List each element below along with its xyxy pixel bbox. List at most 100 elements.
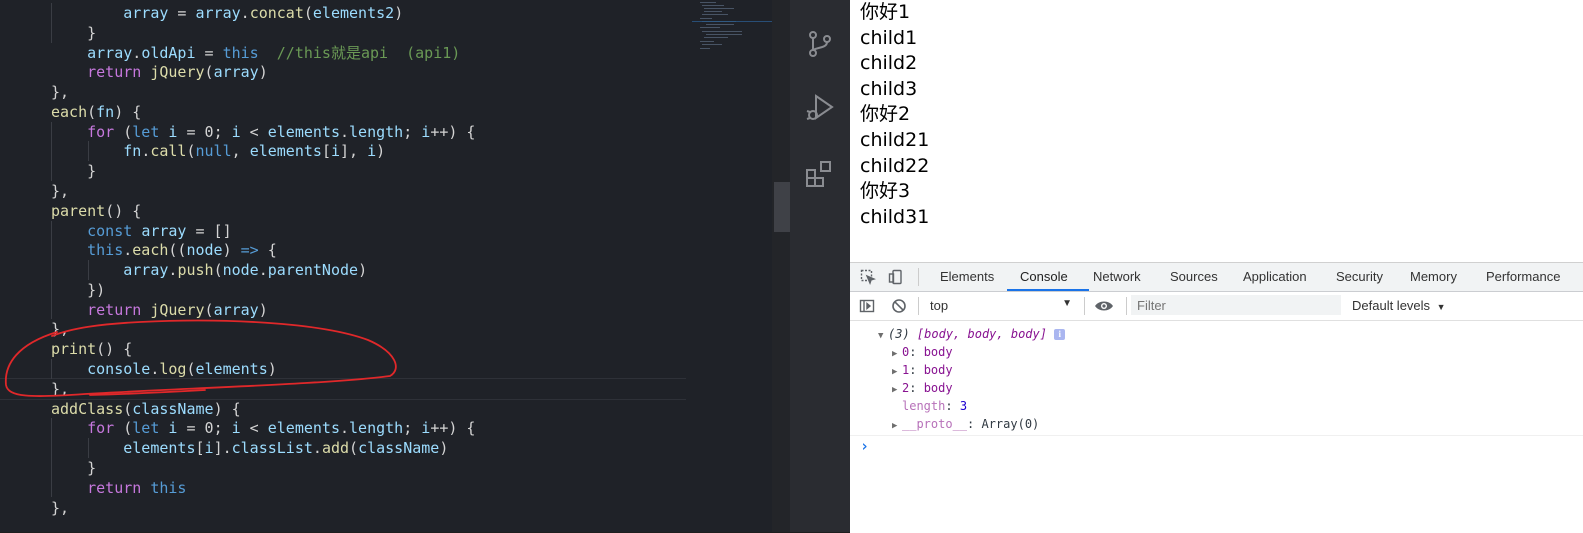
context-selector[interactable]: top ▼ — [924, 295, 1076, 317]
code-line[interactable]: } — [51, 161, 96, 181]
code-token: ++) { — [430, 122, 476, 141]
device-toolbar-icon[interactable] — [888, 269, 904, 289]
code-line[interactable]: }, — [51, 379, 69, 399]
code-line[interactable]: const array = [] — [51, 221, 232, 241]
inspect-element-icon[interactable] — [860, 269, 876, 289]
code-line[interactable]: return jQuery(array) — [51, 62, 268, 82]
expand-triangle-icon[interactable]: ▼ — [878, 327, 888, 345]
code-token: . — [141, 142, 151, 161]
code-token: = — [195, 43, 223, 62]
code-token: (( — [168, 241, 187, 260]
code-line[interactable]: parent() { — [51, 201, 141, 221]
log-levels-dropdown[interactable]: Default levels ▼ — [1352, 298, 1446, 313]
code-token: ( — [186, 360, 196, 379]
code-line[interactable]: array = array.concat(elements2) — [51, 3, 403, 23]
live-expression-eye-icon[interactable] — [1094, 298, 1114, 317]
console-log-entry[interactable]: ▼ (3) [body, body, body] i — [878, 325, 1066, 345]
code-area[interactable]: array = array.concat(elements2) } array.… — [0, 0, 690, 532]
minimap[interactable] — [692, 0, 772, 532]
console-output[interactable]: ▼ (3) [body, body, body] i ▶ 0: body ▶ 1: b… — [850, 321, 1583, 533]
code-token: ( — [114, 419, 133, 438]
code-token: ) — [267, 360, 277, 379]
code-line[interactable]: return this — [51, 478, 186, 498]
tab-elements[interactable]: Elements — [940, 263, 994, 291]
tab-sources[interactable]: Sources — [1170, 263, 1218, 291]
code-token: ; — [403, 122, 422, 141]
code-line[interactable]: for (let i = 0; i < elements.length; i++… — [51, 122, 475, 142]
code-token: ], — [340, 142, 368, 161]
tab-console[interactable]: Console — [1020, 263, 1068, 291]
expand-triangle-icon[interactable]: ▶ — [892, 417, 902, 435]
console-prompt[interactable]: › — [860, 437, 869, 455]
item-value: body — [923, 345, 953, 359]
code-line[interactable]: array.push(node.parentNode) — [51, 260, 367, 280]
console-filter-input[interactable] — [1131, 295, 1341, 315]
code-line[interactable]: }, — [51, 498, 69, 518]
console-divider — [850, 435, 1583, 436]
code-editor[interactable]: array = array.concat(elements2) } array.… — [0, 0, 790, 532]
array-proto[interactable]: ▶ __proto__: Array(0) — [892, 415, 1039, 433]
code-line[interactable]: }, — [51, 319, 69, 339]
console-toolbar: top ▼ Default levels ▼ — [850, 292, 1583, 321]
code-line[interactable]: }, — [51, 82, 69, 102]
code-token: ( — [204, 300, 214, 319]
code-token: ; — [403, 419, 422, 438]
code-line[interactable]: array.oldApi = this //this就是api (api1) — [51, 43, 460, 63]
page-text-line: 你好3 — [860, 180, 911, 203]
tab-application[interactable]: Application — [1243, 263, 1307, 291]
tab-memory[interactable]: Memory — [1410, 263, 1457, 291]
code-token: ( — [213, 261, 223, 280]
extensions-icon[interactable] — [804, 158, 836, 190]
code-line[interactable]: } — [51, 23, 96, 43]
code-line[interactable]: elements[i].classList.add(className) — [51, 438, 448, 458]
array-item-2[interactable]: ▶ 2: body — [892, 379, 953, 397]
code-token: . — [123, 241, 133, 260]
code-token: }, — [51, 182, 70, 201]
editor-scrollbar-thumb[interactable] — [774, 182, 790, 232]
code-line[interactable]: }, — [51, 181, 69, 201]
code-line[interactable]: return jQuery(array) — [51, 300, 268, 320]
clear-console-icon[interactable] — [891, 298, 907, 317]
code-line[interactable]: print() { — [51, 339, 132, 359]
code-token: ) — [394, 4, 404, 22]
code-token: oldApi — [141, 43, 196, 62]
length-key: length — [902, 399, 946, 413]
tab-security[interactable]: Security — [1336, 263, 1383, 291]
array-item-0[interactable]: ▶ 0: body — [892, 343, 953, 361]
tab-performance[interactable]: Performance — [1486, 263, 1560, 291]
tab-network[interactable]: Network — [1093, 263, 1141, 291]
code-line[interactable]: each(fn) { — [51, 102, 141, 122]
run-debug-icon[interactable] — [804, 92, 836, 124]
code-token: array — [195, 4, 241, 22]
code-token: i — [367, 142, 377, 161]
code-token: 0 — [204, 419, 214, 438]
code-token: array — [141, 221, 187, 240]
source-control-icon[interactable] — [804, 28, 836, 60]
editor-scrollbar[interactable] — [772, 0, 790, 532]
code-line[interactable]: for (let i = 0; i < elements.length; i++… — [51, 418, 475, 438]
code-token: i — [421, 122, 431, 141]
page-text-line: child2 — [860, 52, 918, 75]
code-token: array — [87, 43, 133, 62]
code-token: = — [177, 419, 205, 438]
info-badge-icon[interactable]: i — [1054, 329, 1066, 340]
show-sidebar-icon[interactable] — [859, 298, 875, 317]
code-line[interactable]: this.each((node) => { — [51, 240, 277, 260]
code-token: log — [159, 360, 187, 379]
array-item-1[interactable]: ▶ 1: body — [892, 361, 953, 379]
code-token: for — [87, 419, 115, 438]
code-token: array — [123, 4, 169, 22]
code-token: ) — [358, 261, 368, 280]
code-line[interactable]: } — [51, 458, 96, 478]
code-line[interactable]: fn.call(null, elements[i], i) — [51, 141, 385, 161]
code-line[interactable]: addClass(className) { — [51, 399, 241, 419]
code-line[interactable]: }) — [51, 280, 105, 300]
code-line[interactable]: console.log(elements) — [51, 359, 277, 379]
expand-triangle-icon[interactable]: ▶ — [892, 381, 902, 399]
